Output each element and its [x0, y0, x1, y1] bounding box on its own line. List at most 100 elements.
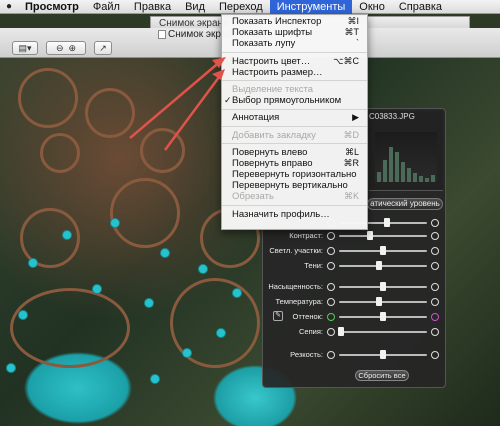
slider-row-shadows: Тени: — [267, 260, 443, 272]
menu-item-label: Показать Инспектор — [232, 16, 322, 27]
menu-item-label: Перевернуть горизонтально — [232, 169, 357, 181]
menu-item-label: Обрезать — [232, 191, 274, 203]
sidebar-icon: ▤▾ — [18, 42, 32, 53]
slider-label: Резкость: — [290, 350, 323, 359]
menu-item-label: Выбор прямоугольником — [232, 95, 342, 107]
menu-item-label: Настроить цвет… — [232, 55, 311, 67]
histogram[interactable] — [369, 111, 443, 191]
tint-green-icon — [327, 313, 335, 321]
slider-label: Тени: — [304, 261, 323, 270]
auto-levels-button[interactable]: атический уровень — [367, 198, 443, 210]
slider-row-highlights: Светл. участки: — [267, 245, 443, 257]
menu-item-label: Показать лупу — [232, 38, 296, 50]
menu-go[interactable]: Переход — [212, 0, 270, 14]
menu-item-adjust-color[interactable]: Настроить цвет… ⌥⌘C — [222, 56, 367, 67]
menu-item-label: Аннотация — [232, 112, 280, 124]
menu-item-flip-horizontal[interactable]: Перевернуть горизонтально — [222, 169, 367, 180]
sepia-low-icon — [327, 328, 335, 336]
saturation-high-icon — [431, 283, 439, 291]
slider-label: Температура: — [275, 297, 323, 306]
sharpness-low-icon — [327, 351, 335, 359]
highlights-high-icon — [431, 247, 439, 255]
slider-label: Оттенок: — [292, 312, 323, 321]
menu-item-label: Повернуть влево — [232, 146, 308, 158]
contrast-low-icon — [327, 232, 335, 240]
share-button[interactable]: ↗ — [94, 41, 112, 55]
slider-knob[interactable] — [380, 282, 386, 291]
checkmark-icon: ✓ — [224, 95, 232, 106]
share-icon: ↗ — [99, 42, 107, 53]
menu-bar: ● Просмотр Файл Правка Вид Переход Инстр… — [0, 0, 500, 14]
slider-knob[interactable] — [380, 350, 386, 359]
menu-preview[interactable]: Просмотр — [18, 0, 86, 14]
menu-item-label: Добавить закладку — [232, 129, 316, 141]
menu-item-adjust-size[interactable]: Настроить размер… — [222, 67, 367, 78]
menu-item-shortcut: ⌘R — [343, 157, 360, 168]
slider-knob[interactable] — [380, 312, 386, 321]
slider-knob[interactable] — [380, 246, 386, 255]
slider-row-tint: Оттенок: — [267, 311, 443, 323]
menu-item-rectangular-selection[interactable]: ✓ Выбор прямоугольником — [222, 95, 367, 106]
slider-row-contrast: Контраст: — [267, 230, 443, 242]
menu-file[interactable]: Файл — [86, 0, 127, 14]
slider-label: Контраст: — [289, 231, 323, 240]
menu-separator — [222, 108, 367, 110]
slider-row-sharpness: Резкость: — [267, 349, 443, 361]
menu-item-label: Назначить профиль… — [232, 208, 330, 220]
apple-icon[interactable]: ● — [0, 0, 18, 14]
temperature-cold-icon — [327, 298, 335, 306]
menu-item-label: Повернуть вправо — [232, 157, 313, 169]
menu-window[interactable]: Окно — [352, 0, 392, 14]
menu-edit[interactable]: Правка — [127, 0, 178, 14]
menu-item-shortcut: ` — [356, 38, 359, 49]
menu-separator — [222, 52, 367, 54]
menu-item-shortcut: ⌘L — [344, 146, 359, 157]
menu-item-assign-profile[interactable]: Назначить профиль… — [222, 209, 367, 220]
shadows-low-icon — [327, 262, 335, 270]
menu-item-label: Выделение текста — [232, 83, 314, 95]
slider-knob[interactable] — [384, 218, 391, 227]
menu-item-shortcut: ⌘K — [343, 191, 359, 202]
slider-track[interactable] — [339, 331, 427, 333]
slider-knob[interactable] — [366, 231, 373, 240]
menu-item-text-selection: Выделение текста — [222, 84, 367, 95]
menu-item-show-fonts[interactable]: Показать шрифты ⌘T — [222, 27, 367, 38]
menu-item-annotation[interactable]: Аннотация ▶ — [222, 112, 367, 123]
zoom-buttons[interactable]: ⊖ ⊕ — [46, 41, 86, 55]
contrast-high-icon — [431, 232, 439, 240]
menu-separator — [222, 80, 367, 82]
menu-item-rotate-left[interactable]: Повернуть влево ⌘L — [222, 147, 367, 158]
menu-item-rotate-right[interactable]: Повернуть вправо ⌘R — [222, 158, 367, 169]
slider-knob[interactable] — [375, 261, 382, 270]
menu-view[interactable]: Вид — [178, 0, 212, 14]
slider-label: Светл. участки: — [269, 246, 323, 255]
menu-item-show-magnifier[interactable]: Показать лупу ` — [222, 38, 367, 49]
slider-track[interactable] — [339, 235, 427, 237]
slider-knob[interactable] — [337, 327, 344, 336]
slider-label: Сепия: — [299, 327, 323, 336]
menu-separator — [222, 205, 367, 207]
menu-item-crop: Обрезать ⌘K — [222, 191, 367, 202]
slider-row-sepia: Сепия: — [267, 326, 443, 338]
document-icon — [158, 30, 166, 39]
slider-track[interactable] — [339, 301, 427, 303]
slider-track[interactable] — [339, 265, 427, 267]
slider-knob[interactable] — [375, 297, 382, 306]
zoom-in-icon[interactable]: ⊕ — [69, 43, 77, 54]
menu-tools[interactable]: Инструменты — [269, 0, 353, 14]
histogram-bars — [375, 132, 437, 182]
sidebar-toggle-button[interactable]: ▤▾ — [12, 41, 38, 55]
exposure-high-icon — [431, 219, 439, 227]
slider-row-saturation: Насыщенность: — [267, 281, 443, 293]
menu-item-show-inspector[interactable]: Показать Инспектор ⌘I — [222, 16, 367, 27]
slider-label: Насыщенность: — [268, 282, 323, 291]
menu-item-shortcut: ⌥⌘C — [333, 55, 359, 66]
reset-all-button[interactable]: Сбросить все — [355, 370, 409, 381]
menu-item-shortcut: ⌘D — [343, 129, 360, 140]
zoom-out-icon[interactable]: ⊖ — [56, 43, 64, 54]
shadows-high-icon — [431, 262, 439, 270]
menu-item-label: Настроить размер… — [232, 66, 323, 78]
menu-help[interactable]: Справка — [392, 0, 449, 14]
temperature-warm-icon — [431, 298, 439, 306]
menu-item-flip-vertical[interactable]: Перевернуть вертикально — [222, 180, 367, 191]
